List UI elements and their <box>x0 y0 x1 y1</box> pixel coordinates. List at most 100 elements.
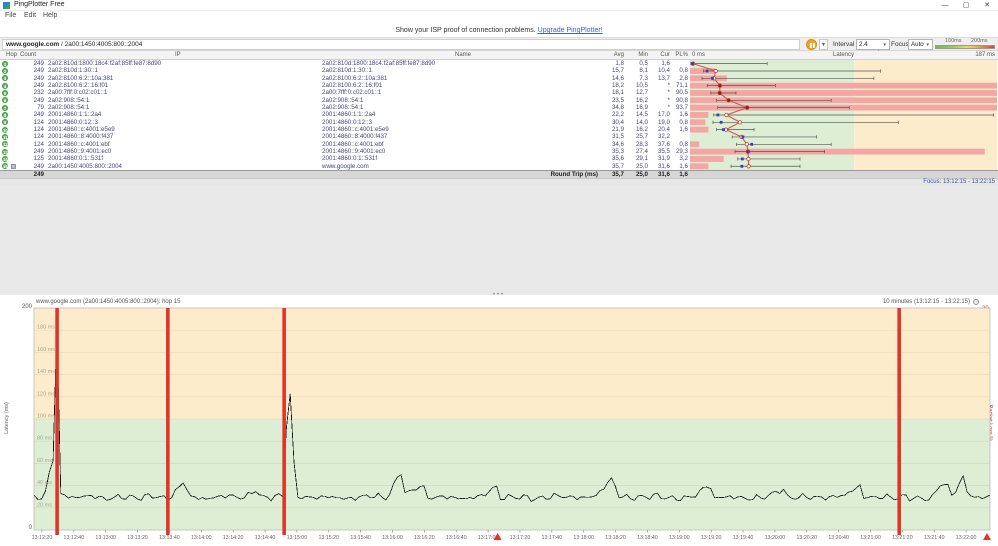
hop-badge: 13 <box>2 148 8 155</box>
maximize-button[interactable]: ▢ <box>956 0 976 11</box>
count-cell: 249 <box>33 67 44 75</box>
interval-select[interactable]: ▼2.4 seconds <box>856 39 890 57</box>
svg-text:13:19:20: 13:19:20 <box>701 535 722 541</box>
collapsed-panel-area <box>0 185 998 295</box>
svg-text:13:19:40: 13:19:40 <box>733 535 754 541</box>
hop-badge: 4 <box>2 82 8 89</box>
name-cell: 2001:4860::8:4000:f437 <box>322 133 388 141</box>
header-avg[interactable]: Avg <box>594 52 624 58</box>
count-cell: 249 <box>33 60 44 67</box>
svg-text:13:21:20: 13:21:20 <box>892 535 913 541</box>
count-cell: 249 <box>33 111 44 119</box>
latency-time-series[interactable]: 20 ms 40 ms 60 ms 80 ms 100 ms 120 ms 140 ms 16… <box>0 295 998 546</box>
svg-text:13:18:20: 13:18:20 <box>605 535 626 541</box>
svg-text:13:18:40: 13:18:40 <box>637 535 658 541</box>
focus-select[interactable]: ▼ Auto <box>908 39 933 50</box>
svg-text:40 ms: 40 ms <box>37 480 52 486</box>
menu-help[interactable]: Help <box>43 12 57 19</box>
focus-value: Auto <box>911 41 924 48</box>
svg-text:13:15:20: 13:15:20 <box>318 535 339 541</box>
pl-cell: 1,6 <box>679 162 688 170</box>
ip-cell: 2001:4860::c:4001:ebf <box>48 140 110 148</box>
avg-cell: 23,5 <box>611 96 624 104</box>
svg-text:13:21:40: 13:21:40 <box>924 535 945 541</box>
min-cell: 16,2 <box>635 125 648 133</box>
hop-badge: 10 <box>2 126 8 133</box>
min-cell: 0,5 <box>639 60 648 67</box>
hop-badge: 8 <box>2 111 8 118</box>
hop-badge: 2 <box>2 67 8 74</box>
name-cell: 2a02:8100:6:2::16:f01 <box>322 81 383 89</box>
upgrade-link[interactable]: Upgrade PingPlotter! <box>538 27 603 34</box>
count-cell: 124 <box>33 118 44 126</box>
count-cell: 249 <box>33 147 44 155</box>
count-cell: 79 <box>37 103 44 111</box>
header-count[interactable]: Count <box>20 52 36 58</box>
menu-bar: File Edit Help <box>0 11 998 22</box>
target-input[interactable]: www.google.com / 2a00:1450:4005:800::200… <box>2 39 800 50</box>
header-pl[interactable]: PL% <box>664 52 688 58</box>
avg-cell: 15,7 <box>611 67 624 75</box>
pl-cell: 2,8 <box>679 74 688 82</box>
svg-text:120 ms: 120 ms <box>37 391 55 397</box>
pl-cell: 90,8 <box>675 96 688 104</box>
name-cell: 2001:4860:0:1::531f <box>322 155 378 163</box>
svg-text:160 ms: 160 ms <box>37 347 55 353</box>
latency-legend-gradient <box>935 45 995 49</box>
table-header-row: Hop Count IP Name Avg Min Cur PL% 0 ms L… <box>0 51 998 60</box>
count-cell: 249 <box>33 96 44 104</box>
upgrade-banner: Show your ISP proof of connection proble… <box>0 22 998 37</box>
menu-edit[interactable]: Edit <box>24 12 36 19</box>
target-toolbar: www.google.com / 2a00:1450:4005:800::200… <box>0 37 998 57</box>
min-cell: 28,3 <box>635 140 648 148</box>
legend-100ms: 100ms <box>945 38 962 44</box>
pause-dropdown-caret-icon[interactable]: ▼ <box>819 39 828 50</box>
header-name[interactable]: Name <box>455 52 471 58</box>
svg-text:13:16:00: 13:16:00 <box>382 535 403 541</box>
avg-cell: 22,2 <box>611 111 624 119</box>
count-cell: 249 <box>33 81 44 89</box>
hop-badge: 11 <box>2 133 8 140</box>
minimize-button[interactable]: — <box>935 0 955 11</box>
focus-status-bar: Focus: 13:12:15 - 13:22:15 <box>0 177 998 185</box>
pl-cell: 1,6 <box>679 125 688 133</box>
avg-cell: 1,8 <box>615 60 624 67</box>
count-cell: 124 <box>33 125 44 133</box>
pl-cell: 0,8 <box>679 118 688 126</box>
count-cell: 124 <box>33 140 44 148</box>
pl-cell: 1,6 <box>679 111 688 119</box>
svg-text:13:14:20: 13:14:20 <box>223 535 244 541</box>
svg-text:100 ms: 100 ms <box>37 414 55 420</box>
name-cell: 2a02:810d:1:30::1 <box>322 67 372 75</box>
ip-cell: 2001:4860:1:1::2a4 <box>48 111 102 119</box>
avg-cell: 35,3 <box>611 147 624 155</box>
legend-200ms: 200ms <box>971 38 988 44</box>
pl-cell: 0,8 <box>679 140 688 148</box>
hop-badge: 5 <box>2 89 8 96</box>
close-button[interactable]: ✕ <box>977 0 997 11</box>
pause-button[interactable] <box>806 39 817 50</box>
svg-text:80 ms: 80 ms <box>37 436 52 442</box>
ip-cell: 2a02:810d:1:30::1 <box>48 67 98 75</box>
menu-file[interactable]: File <box>5 12 16 19</box>
header-min[interactable]: Min <box>624 52 648 58</box>
min-cell: 16,9 <box>635 103 648 111</box>
min-cell: 14,5 <box>635 111 648 119</box>
svg-text:13:13:00: 13:13:00 <box>95 535 116 541</box>
svg-text:13:13:40: 13:13:40 <box>159 535 180 541</box>
route-latency-graph <box>690 60 997 185</box>
chevron-down-icon: ▼ <box>882 42 887 47</box>
header-ip[interactable]: IP <box>175 52 181 58</box>
svg-text:13:14:00: 13:14:00 <box>191 535 212 541</box>
latency-legend-labels: 100ms 200ms <box>935 38 995 44</box>
round-trip-row: 249 Round Trip (ms) 35,7 25,0 31,6 1,6 <box>0 170 998 178</box>
svg-text:13:16:20: 13:16:20 <box>414 535 435 541</box>
hop-badge: 6 <box>2 97 8 104</box>
title-bar: PingPlotter Free — ▢ ✕ <box>0 0 998 11</box>
header-hop[interactable]: Hop <box>6 52 17 58</box>
avg-cell: 21,9 <box>611 125 624 133</box>
svg-text:13:17:40: 13:17:40 <box>542 535 563 541</box>
pl-cell: 0,8 <box>679 67 688 75</box>
svg-text:13:17:20: 13:17:20 <box>510 535 531 541</box>
hop-badge: 14 <box>2 155 8 162</box>
